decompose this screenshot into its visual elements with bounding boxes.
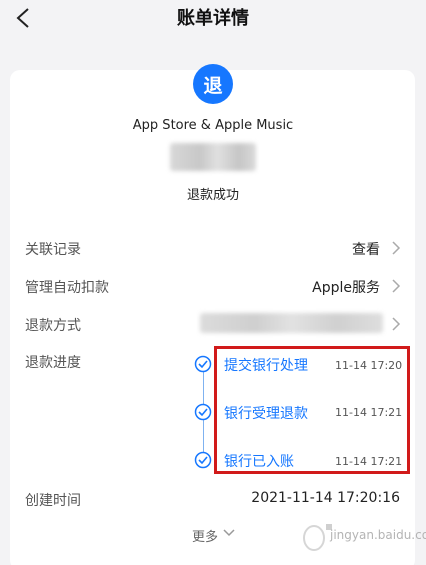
refund-badge-icon: 退: [193, 64, 233, 104]
highlight-box: [214, 346, 410, 474]
refund-status: 退款成功: [186, 188, 239, 203]
check-circle-icon: [194, 403, 212, 421]
refund-progress-label: 退款进度: [25, 355, 81, 371]
chevron-right-icon[interactable]: [391, 279, 401, 293]
auto-pay-link[interactable]: Apple服务: [312, 277, 380, 297]
created-time-label: 创建时间: [25, 493, 81, 509]
chevron-right-icon[interactable]: [391, 317, 401, 331]
auto-pay-label: 管理自动扣款: [25, 280, 109, 296]
related-record-link[interactable]: 查看: [352, 239, 380, 259]
check-circle-icon: [194, 451, 212, 469]
refund-method-label: 退款方式: [25, 318, 81, 334]
header-bar: 账单详情: [0, 0, 426, 38]
page-title: 账单详情: [177, 8, 249, 29]
refund-method-value-blurred: [200, 313, 383, 333]
amount-value-blurred: [170, 143, 256, 171]
chevron-down-icon[interactable]: [222, 528, 236, 538]
more-button[interactable]: 更多: [192, 526, 218, 545]
chevron-right-icon[interactable]: [391, 241, 401, 255]
watermark-text: jingyan.baidu.com: [330, 528, 426, 542]
related-record-label: 关联记录: [25, 242, 81, 258]
merchant-name: App Store & Apple Music: [132, 118, 294, 133]
check-circle-icon: [194, 355, 212, 373]
created-time-value: 2021-11-14 17:20:16: [251, 490, 400, 506]
